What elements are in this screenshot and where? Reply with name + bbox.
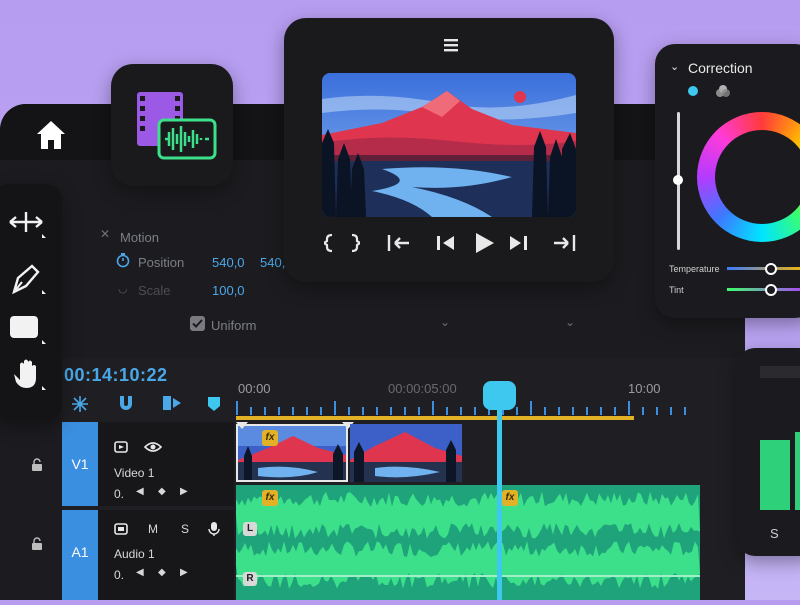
temperature-knob[interactable] xyxy=(765,263,777,275)
mute-button[interactable]: M xyxy=(148,522,158,536)
marker-icon[interactable] xyxy=(207,396,221,417)
prev-keyframe-icon[interactable]: ◀ xyxy=(136,486,144,497)
lock-icon[interactable] xyxy=(31,537,43,556)
prev-frame-icon[interactable] xyxy=(436,234,456,257)
stopwatch-icon[interactable] xyxy=(115,252,131,273)
clip-handle-left[interactable] xyxy=(236,422,248,429)
eye-icon[interactable] xyxy=(143,440,163,459)
video-track-header: Video 1 0. ◀ ◆ ▶ xyxy=(98,422,234,506)
track-label-a1[interactable]: A1 xyxy=(62,510,98,600)
dropdown-icon[interactable]: ⌄ xyxy=(440,315,450,329)
hand-icon[interactable] xyxy=(6,356,46,392)
playhead-handle[interactable] xyxy=(483,381,516,410)
fx-badge-video[interactable]: fx xyxy=(262,430,278,446)
meter-bar-left xyxy=(760,440,790,510)
video-track-name: Video 1 xyxy=(114,466,155,480)
audio-clip[interactable] xyxy=(236,485,700,600)
correction-title: Correction xyxy=(688,60,753,76)
snap-magnet-icon[interactable] xyxy=(117,394,135,417)
timecode[interactable]: 00:14:10:22 xyxy=(64,365,168,386)
video-clip-1[interactable] xyxy=(236,424,348,482)
collapse-icon[interactable]: ✕ xyxy=(100,227,110,241)
pen-icon[interactable] xyxy=(6,260,46,296)
preview-panel xyxy=(284,18,614,282)
meter-bar-right xyxy=(795,432,800,510)
position-y-value[interactable]: 540, xyxy=(260,255,285,270)
left-channel-label: L xyxy=(243,522,257,536)
ruler-label-mid: 00:00:05:00 xyxy=(388,381,457,396)
lock-icon[interactable] xyxy=(31,458,43,477)
rectangle-icon[interactable] xyxy=(6,310,46,346)
audio-track-name: Audio 1 xyxy=(114,547,155,561)
ruler-label-start: 00:00 xyxy=(238,381,271,396)
linked-selection-icon[interactable] xyxy=(162,394,182,417)
hamburger-icon[interactable] xyxy=(444,38,458,57)
home-icon[interactable] xyxy=(34,118,68,152)
video-audio-file-icon[interactable] xyxy=(137,92,217,167)
mark-in-out-icon[interactable] xyxy=(322,233,362,258)
tint-knob[interactable] xyxy=(765,284,777,296)
video-track-value[interactable]: 0. xyxy=(114,487,124,501)
keyframe-icon[interactable]: ◡ xyxy=(118,282,128,295)
work-area-bar[interactable] xyxy=(236,416,634,420)
add-keyframe-icon[interactable]: ◆ xyxy=(158,486,166,497)
solo-button[interactable]: S xyxy=(181,522,189,536)
motion-label: Motion xyxy=(120,230,160,245)
tools-panel xyxy=(0,184,62,420)
dropdown-icon-2[interactable]: ⌄ xyxy=(565,315,575,329)
next-frame-icon[interactable] xyxy=(508,234,528,257)
microphone-icon[interactable] xyxy=(208,521,220,542)
color-dot-icon[interactable] xyxy=(688,86,698,96)
video-clip-2[interactable] xyxy=(350,424,462,482)
color-wheel-center xyxy=(715,130,800,224)
track-label-v1[interactable]: V1 xyxy=(62,422,98,506)
film-icon[interactable] xyxy=(114,440,130,459)
timeline-ruler[interactable] xyxy=(236,399,700,417)
position-label: Position xyxy=(138,255,185,270)
tint-slider[interactable] xyxy=(727,288,800,291)
playhead-line[interactable] xyxy=(497,400,502,600)
temperature-slider[interactable] xyxy=(727,267,800,270)
audio-track-icon[interactable] xyxy=(114,522,130,541)
audio-track-value[interactable]: 0. xyxy=(114,568,124,582)
ripple-icon[interactable] xyxy=(70,395,90,418)
position-x-value[interactable]: 540,0 xyxy=(212,255,245,270)
audio-track-header: M S Audio 1 0. ◀ ◆ ▶ xyxy=(98,510,234,600)
uniform-checkbox[interactable] xyxy=(190,316,205,331)
next-keyframe-icon[interactable]: ▶ xyxy=(180,486,188,497)
uniform-label: Uniform xyxy=(211,318,257,333)
media-panel[interactable] xyxy=(111,64,233,186)
prev-keyframe-icon[interactable]: ◀ xyxy=(136,567,144,578)
right-channel-label: R xyxy=(243,572,257,586)
scale-value[interactable]: 100,0 xyxy=(212,283,245,298)
ruler-label-end: 10:00 xyxy=(628,381,661,396)
video-preview[interactable] xyxy=(322,73,576,217)
next-keyframe-icon[interactable]: ▶ xyxy=(180,567,188,578)
play-icon[interactable] xyxy=(472,231,496,260)
tint-label: Tint xyxy=(669,285,684,295)
meter-solo-label[interactable]: S xyxy=(770,526,779,541)
rgb-mix-icon[interactable] xyxy=(715,84,731,103)
temperature-label: Temperature xyxy=(669,264,720,274)
luminance-slider-knob[interactable] xyxy=(673,175,683,185)
fx-badge-audio-1[interactable]: fx xyxy=(262,490,278,506)
collapse-arrow-icon[interactable]: ⌄ xyxy=(670,60,679,73)
step-forward-icon[interactable] xyxy=(552,233,576,258)
step-back-icon[interactable] xyxy=(387,233,411,258)
fx-badge-audio-2[interactable]: fx xyxy=(502,490,518,506)
scale-label: Scale xyxy=(138,283,171,298)
add-keyframe-icon[interactable]: ◆ xyxy=(158,567,166,578)
meter-track-top xyxy=(760,366,800,378)
track-select-icon[interactable] xyxy=(6,204,46,240)
